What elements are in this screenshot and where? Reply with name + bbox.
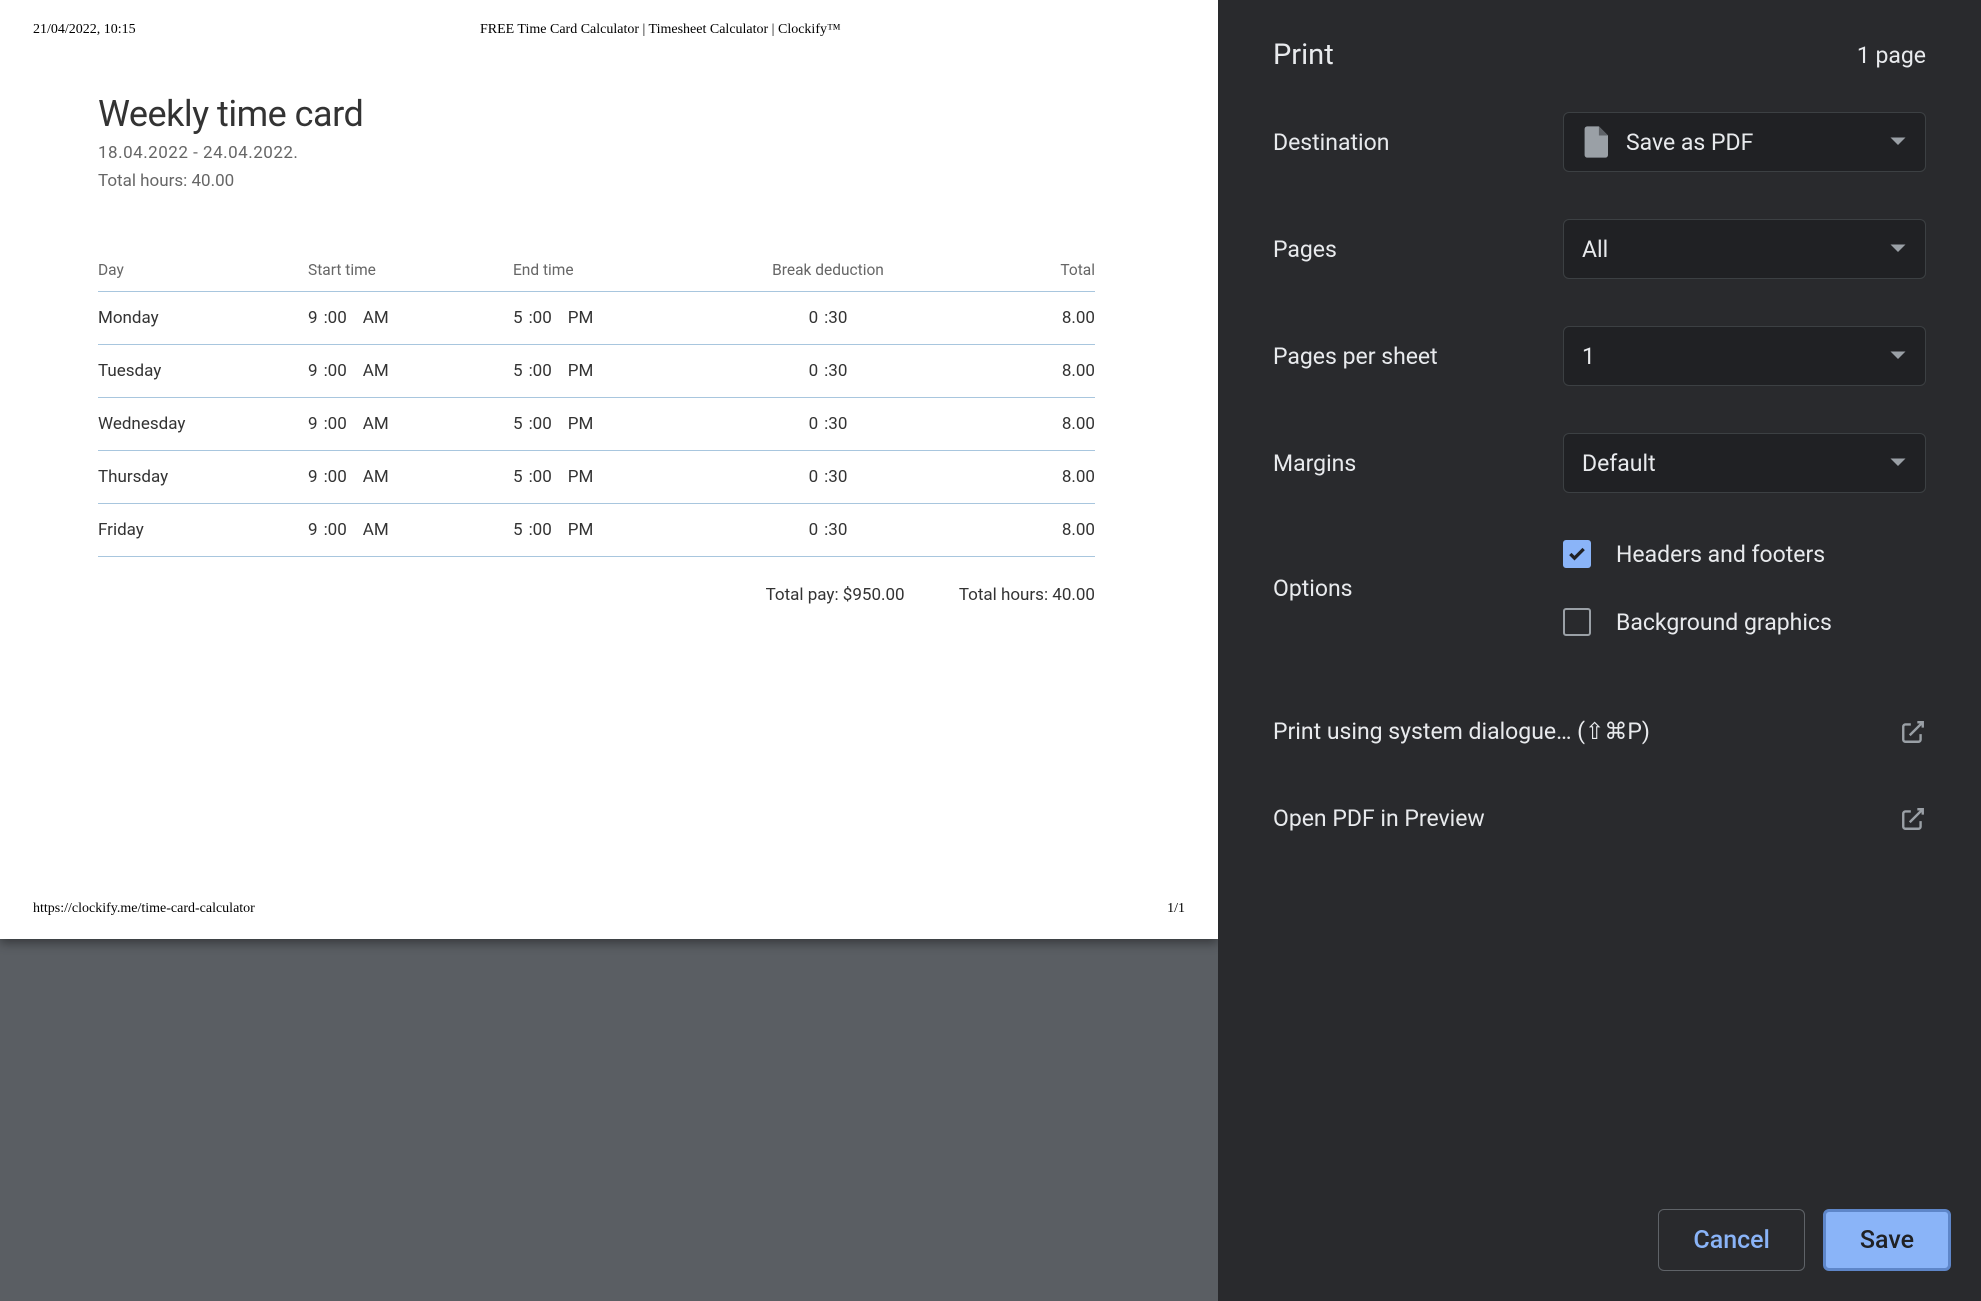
options-label: Options [1273, 575, 1563, 602]
break-cell: 0:30 [713, 451, 943, 504]
col-total-header: Total [943, 261, 1095, 292]
start-time-cell: 9:00AM [308, 292, 513, 345]
pages-per-sheet-select[interactable]: 1 [1563, 326, 1926, 386]
end-time-cell: 5:00PM [513, 345, 713, 398]
sidebar-title: Print [1273, 38, 1334, 72]
cancel-button[interactable]: Cancel [1658, 1209, 1805, 1271]
footer-page-number: 1/1 [1167, 901, 1185, 917]
background-graphics-label: Background graphics [1616, 609, 1832, 636]
chevron-down-icon [1889, 136, 1907, 148]
pages-value: All [1582, 236, 1608, 263]
system-dialog-link[interactable]: Print using system dialogue… (⇧⌘P) [1273, 703, 1926, 760]
day-cell: Thursday [98, 451, 308, 504]
day-cell: Wednesday [98, 398, 308, 451]
total-cell: 8.00 [943, 451, 1095, 504]
total-hours: Total hours: 40.00 [959, 585, 1095, 605]
chevron-down-icon [1889, 457, 1907, 469]
date-range: 18.04.2022 - 24.04.2022. [98, 143, 1095, 163]
file-icon [1582, 126, 1608, 158]
start-time-cell: 9:00AM [308, 398, 513, 451]
open-pdf-preview-text: Open PDF in Preview [1273, 805, 1485, 832]
page-count: 1 page [1857, 42, 1926, 69]
external-link-icon [1900, 806, 1926, 832]
print-preview-area: 21/04/2022, 10:15 FREE Time Card Calcula… [0, 0, 1218, 1301]
total-hours-summary: Total hours: 40.00 [98, 171, 1095, 191]
table-row: Tuesday9:00AM5:00PM0:308.00 [98, 345, 1095, 398]
external-link-icon [1900, 719, 1926, 745]
total-cell: 8.00 [943, 345, 1095, 398]
table-row: Thursday9:00AM5:00PM0:308.00 [98, 451, 1095, 504]
headers-footers-label: Headers and footers [1616, 541, 1825, 568]
break-cell: 0:30 [713, 504, 943, 557]
print-sidebar: Print 1 page Destination Save as PDF Pag… [1218, 0, 1981, 1301]
col-day-header: Day [98, 261, 308, 292]
break-cell: 0:30 [713, 345, 943, 398]
table-row: Monday9:00AM5:00PM0:308.00 [98, 292, 1095, 345]
margins-select[interactable]: Default [1563, 433, 1926, 493]
header-timestamp: 21/04/2022, 10:15 [33, 22, 136, 38]
pages-label: Pages [1273, 236, 1563, 263]
day-cell: Monday [98, 292, 308, 345]
total-cell: 8.00 [943, 292, 1095, 345]
col-break-header: Break deduction [713, 261, 943, 292]
end-time-cell: 5:00PM [513, 292, 713, 345]
background-graphics-checkbox[interactable] [1563, 608, 1591, 636]
headers-footers-checkbox[interactable] [1563, 540, 1591, 568]
total-cell: 8.00 [943, 504, 1095, 557]
margins-label: Margins [1273, 450, 1563, 477]
col-end-header: End time [513, 261, 713, 292]
page-title: Weekly time card [98, 93, 1095, 135]
col-start-header: Start time [308, 261, 513, 292]
chevron-down-icon [1889, 350, 1907, 362]
timecard-table: Day Start time End time Break deduction … [98, 261, 1095, 557]
margins-value: Default [1582, 450, 1656, 477]
destination-label: Destination [1273, 129, 1563, 156]
pages-per-sheet-value: 1 [1582, 343, 1595, 370]
day-cell: Friday [98, 504, 308, 557]
destination-select[interactable]: Save as PDF [1563, 112, 1926, 172]
table-row: Wednesday9:00AM5:00PM0:308.00 [98, 398, 1095, 451]
end-time-cell: 5:00PM [513, 451, 713, 504]
summary-row: Total pay: $950.00 Total hours: 40.00 [98, 585, 1095, 605]
chevron-down-icon [1889, 243, 1907, 255]
break-cell: 0:30 [713, 292, 943, 345]
system-dialog-text: Print using system dialogue… (⇧⌘P) [1273, 718, 1650, 745]
end-time-cell: 5:00PM [513, 398, 713, 451]
save-button[interactable]: Save [1823, 1209, 1951, 1271]
start-time-cell: 9:00AM [308, 451, 513, 504]
table-row: Friday9:00AM5:00PM0:308.00 [98, 504, 1095, 557]
start-time-cell: 9:00AM [308, 504, 513, 557]
pages-per-sheet-label: Pages per sheet [1273, 343, 1563, 370]
total-pay: Total pay: $950.00 [766, 585, 905, 605]
start-time-cell: 9:00AM [308, 345, 513, 398]
end-time-cell: 5:00PM [513, 504, 713, 557]
total-cell: 8.00 [943, 398, 1095, 451]
break-cell: 0:30 [713, 398, 943, 451]
preview-page: 21/04/2022, 10:15 FREE Time Card Calcula… [0, 0, 1218, 939]
pages-select[interactable]: All [1563, 219, 1926, 279]
day-cell: Tuesday [98, 345, 308, 398]
destination-value: Save as PDF [1626, 129, 1753, 156]
open-pdf-preview-link[interactable]: Open PDF in Preview [1273, 790, 1926, 847]
header-doc-title: FREE Time Card Calculator | Timesheet Ca… [480, 22, 841, 38]
footer-url: https://clockify.me/time-card-calculator [33, 901, 255, 917]
